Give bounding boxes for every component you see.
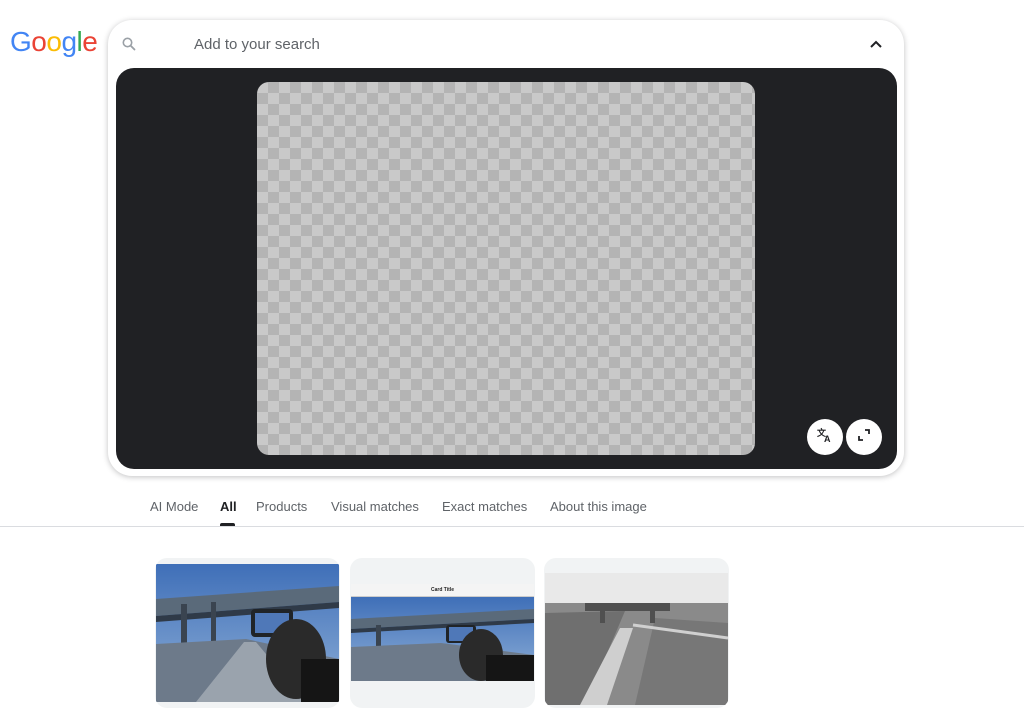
tab-all[interactable]: All: [220, 499, 237, 514]
tab-visual-matches[interactable]: Visual matches: [331, 499, 419, 514]
image-viewer: 文 A: [116, 68, 897, 469]
search-input[interactable]: Add to your search: [194, 36, 320, 53]
translate-button[interactable]: 文 A: [807, 419, 843, 455]
result-image: Card Title: [351, 584, 534, 681]
logo-letter: e: [82, 26, 98, 57]
active-tab-indicator: [220, 523, 235, 526]
logo-letter: G: [10, 26, 32, 57]
tab-ai-mode[interactable]: AI Mode: [150, 499, 198, 514]
expand-button[interactable]: [846, 419, 882, 455]
translate-icon: 文 A: [816, 426, 834, 449]
tab-products[interactable]: Products: [256, 499, 307, 514]
result-card[interactable]: [544, 558, 729, 708]
svg-text:A: A: [824, 434, 831, 444]
search-bar[interactable]: Add to your search: [108, 20, 904, 68]
logo-letter: g: [61, 26, 77, 57]
lens-search-panel: Add to your search 文 A: [108, 20, 904, 476]
result-card[interactable]: Card Title: [350, 558, 535, 708]
logo-letter: o: [31, 26, 47, 57]
result-image: [545, 573, 728, 705]
tab-about-this-image[interactable]: About this image: [550, 499, 647, 514]
card-title-caption: Card Title: [351, 584, 534, 597]
search-tabs: AI Mode All Products Visual matches Exac…: [0, 490, 1024, 527]
search-icon: [121, 36, 137, 52]
chevron-up-icon[interactable]: [864, 34, 888, 54]
tab-exact-matches[interactable]: Exact matches: [442, 499, 527, 514]
expand-icon: [857, 428, 871, 447]
logo-letter: o: [46, 26, 62, 57]
result-card[interactable]: [155, 558, 340, 708]
uploaded-image-placeholder[interactable]: [257, 82, 755, 455]
google-logo[interactable]: G o o g l e: [10, 26, 98, 58]
result-image: [156, 564, 339, 702]
